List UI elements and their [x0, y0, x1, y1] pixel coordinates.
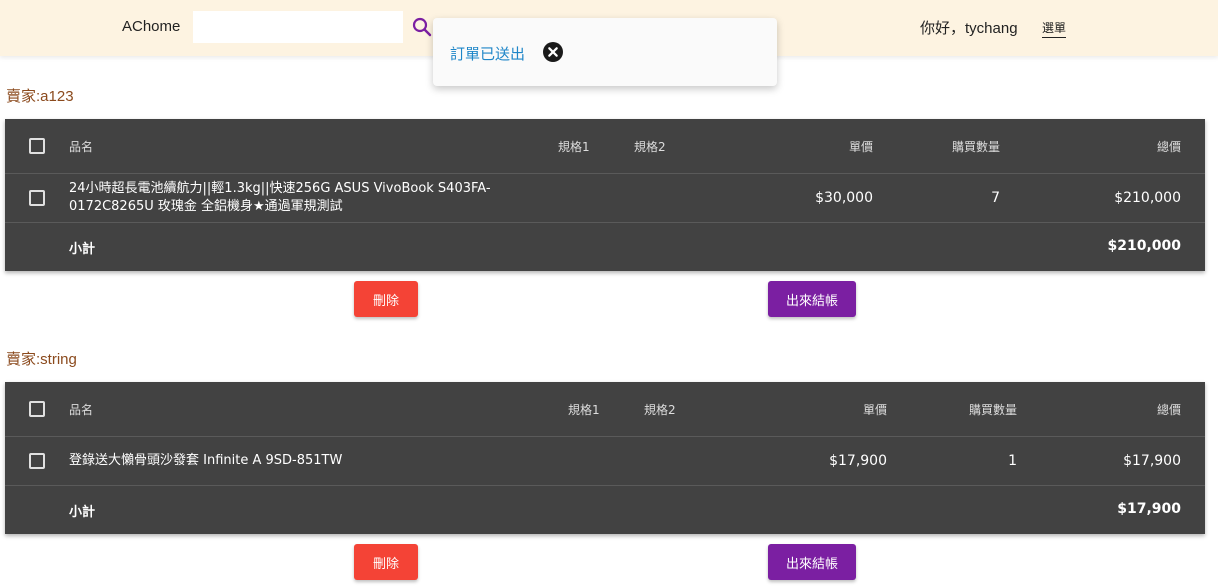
column-header-quantity: 購買數量 [951, 140, 1000, 154]
item-name: 24小時超長電池續航力||輕1.3kg||快速256G ASUS VivoBoo… [69, 181, 491, 214]
brand-logo[interactable]: AChome [122, 18, 180, 35]
item-checkbox[interactable] [29, 190, 45, 206]
item-unit-price: $30,000 [815, 190, 873, 206]
cart-page: AChome 你好，tychang 選單 賣家:a123 品名 規格1 規格2 … [0, 0, 1218, 586]
menu-button[interactable]: 選單 [1042, 19, 1067, 38]
column-header-name: 品名 [69, 403, 94, 417]
table-row: 24小時超長電池續航力||輕1.3kg||快速256G ASUS VivoBoo… [5, 174, 1205, 223]
item-checkbox[interactable] [29, 453, 45, 469]
subtotal-value: $210,000 [1107, 238, 1181, 254]
delete-button[interactable]: 刪除 [354, 544, 418, 580]
column-header-spec2: 規格2 [634, 140, 666, 154]
search-icon[interactable] [410, 15, 434, 39]
select-all-checkbox[interactable] [29, 138, 45, 154]
item-unit-price: $17,900 [829, 453, 887, 469]
item-name: 登錄送大懶骨頭沙發套 Infinite A 9SD-851TW [69, 453, 343, 468]
cart-table: 品名 規格1 規格2 單價 購買數量 總價 登錄送大懶骨頭沙發套 Infinit… [5, 382, 1205, 534]
column-header-spec2: 規格2 [644, 403, 676, 417]
cart-table: 品名 規格1 規格2 單價 購買數量 總價 24小時超長電池續航力||輕1.3k… [5, 119, 1205, 271]
subtotal-row: 小計 $210,000 [5, 223, 1205, 271]
table-header-row: 品名 規格1 規格2 單價 購買數量 總價 [5, 119, 1205, 174]
seller-label: 賣家:a123 [6, 88, 74, 105]
column-header-unit-price: 單價 [848, 140, 873, 154]
item-total: $17,900 [1123, 453, 1181, 469]
subtotal-row: 小計 $17,900 [5, 486, 1205, 534]
subtotal-label: 小計 [69, 242, 96, 257]
item-quantity: 1 [1008, 453, 1017, 469]
item-quantity: 7 [991, 190, 1000, 206]
delete-button[interactable]: 刪除 [354, 281, 418, 317]
column-header-unit-price: 單價 [862, 403, 887, 417]
column-header-quantity: 購買數量 [968, 403, 1017, 417]
seller-label: 賣家:string [6, 351, 77, 368]
column-header-spec1: 規格1 [558, 140, 590, 154]
select-all-checkbox[interactable] [29, 401, 45, 417]
user-greeting: 你好，tychang [920, 20, 1018, 37]
subtotal-label: 小計 [69, 505, 96, 520]
toast-message: 訂單已送出 [450, 45, 526, 63]
checkout-button[interactable]: 出來結帳 [768, 281, 856, 317]
checkout-button[interactable]: 出來結帳 [768, 544, 856, 580]
item-total: $210,000 [1114, 190, 1181, 206]
column-header-total: 總價 [1156, 403, 1181, 417]
column-header-spec1: 規格1 [568, 403, 600, 417]
close-circle-icon[interactable] [543, 42, 563, 62]
table-row: 登錄送大懶骨頭沙發套 Infinite A 9SD-851TW $17,900 … [5, 437, 1205, 486]
column-header-name: 品名 [69, 140, 94, 154]
column-header-total: 總價 [1156, 140, 1181, 154]
table-header-row: 品名 規格1 規格2 單價 購買數量 總價 [5, 382, 1205, 437]
search-input[interactable] [193, 11, 403, 43]
subtotal-value: $17,900 [1117, 501, 1181, 517]
order-sent-toast: 訂單已送出 [433, 18, 777, 86]
